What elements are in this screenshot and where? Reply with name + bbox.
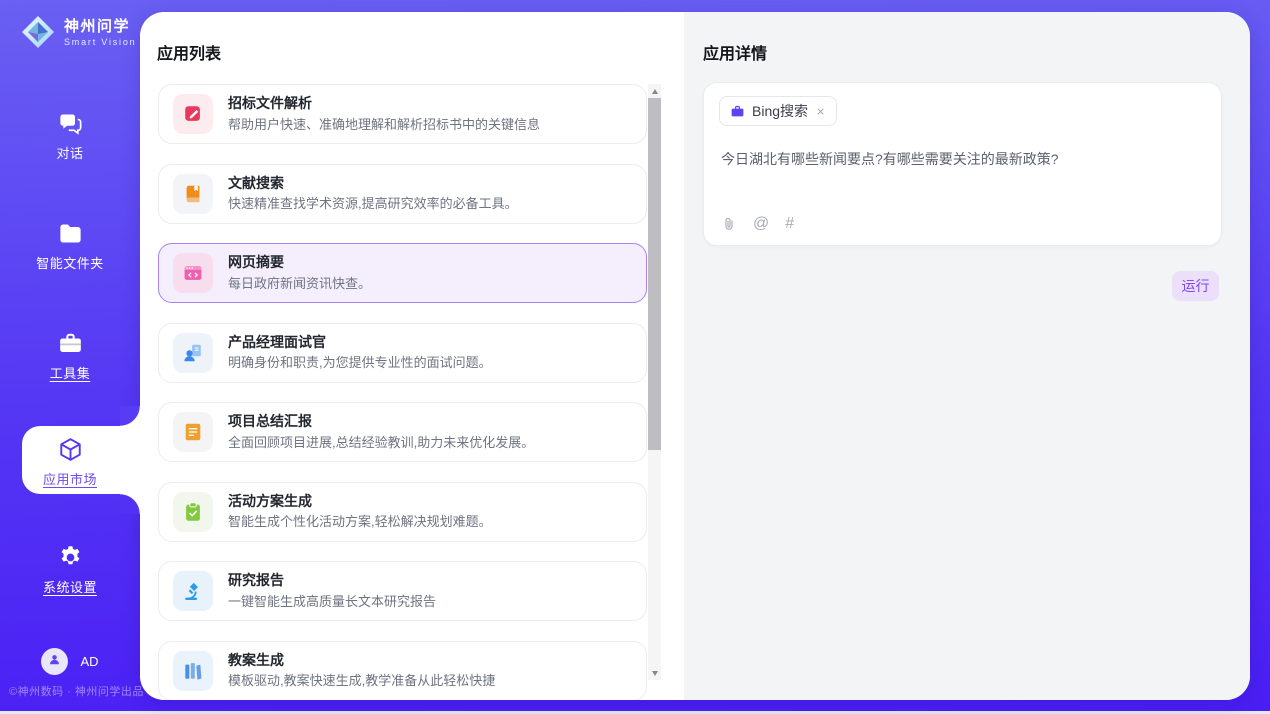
app-list-title: 应用列表: [157, 40, 221, 64]
prompt-input[interactable]: 今日湖北有哪些新闻要点?有哪些需要关注的最新政策?: [721, 149, 1201, 169]
note-icon: [173, 412, 213, 452]
scroll-up-icon: [652, 89, 658, 94]
app-item-title: 产品经理面试官: [228, 333, 492, 353]
app-list-item-lesson-plan[interactable]: 教案生成 模板驱动,教案快速生成,教学准备从此轻松快捷: [158, 641, 647, 701]
sidebar-item-label: 应用市场: [43, 469, 97, 488]
app-item-description: 一键智能生成高质量长文本研究报告: [228, 593, 436, 611]
app-item-description: 帮助用户快速、准确地理解和解析招标书中的关键信息: [228, 116, 540, 134]
prompt-card: Bing搜索 今日湖北有哪些新闻要点?有哪些需要关注的最新政策? @#: [703, 82, 1222, 246]
app-list-item-bid-doc-analysis[interactable]: 招标文件解析 帮助用户快速、准确地理解和解析招标书中的关键信息: [158, 84, 647, 144]
sidebar-item-label: 系统设置: [43, 577, 97, 596]
research-icon: [173, 571, 213, 611]
app-list-item-event-plan[interactable]: 活动方案生成 智能生成个性化活动方案,轻松解决规划难题。: [158, 482, 647, 542]
user-icon: [47, 652, 62, 672]
browser-code-icon: [173, 253, 213, 293]
app-list-panel: 应用列表 招标文件解析 帮助用户快速、准确地理解和解析招标书中的关键信息 文献搜…: [140, 12, 684, 700]
copyright-footer: ©神州数码 · 神州问学出品: [9, 683, 144, 699]
briefcase-icon: [730, 104, 745, 119]
sidebar-item-label: 智能文件夹: [36, 253, 104, 272]
list-scrollbar[interactable]: [648, 84, 661, 680]
app-item-title: 招标文件解析: [228, 94, 540, 114]
content-surface: 应用列表 招标文件解析 帮助用户快速、准确地理解和解析招标书中的关键信息 文献搜…: [140, 12, 1250, 700]
scroll-up-button[interactable]: [648, 84, 661, 98]
app-item-description: 智能生成个性化活动方案,轻松解决规划难题。: [228, 513, 492, 531]
sidebar-item-app-market[interactable]: 应用市场: [0, 436, 140, 488]
app-item-title: 文献搜索: [228, 174, 518, 194]
sidebar-item-chat[interactable]: 对话: [0, 110, 140, 162]
app-item-description: 明确身份和职责,为您提供专业性的面试问题。: [228, 354, 492, 372]
app-list-item-web-summary[interactable]: 网页摘要 每日政府新闻资讯快查。: [158, 243, 647, 303]
scroll-down-icon: [652, 671, 658, 676]
doc-edit-icon: [173, 94, 213, 134]
folder-icon: [57, 220, 84, 247]
app-list-item-project-summary[interactable]: 项目总结汇报 全面回顾项目进展,总结经验教训,助力未来优化发展。: [158, 402, 647, 462]
app-item-description: 全面回顾项目进展,总结经验教训,助力未来优化发展。: [228, 434, 534, 452]
user-account[interactable]: AD: [0, 648, 140, 675]
prompt-toolbar: @#: [721, 216, 794, 232]
toolbox-icon: [57, 330, 84, 357]
brand-name: 神州问学: [64, 18, 136, 36]
sidebar-item-smart-folders[interactable]: 智能文件夹: [0, 220, 140, 272]
tool-chip-label: Bing搜索: [752, 101, 808, 121]
app-item-description: 模板驱动,教案快速生成,教学准备从此轻松快捷: [228, 672, 495, 690]
scrollbar-thumb[interactable]: [648, 98, 661, 450]
sidebar-item-settings[interactable]: 系统设置: [0, 544, 140, 596]
app-item-description: 每日政府新闻资讯快查。: [228, 275, 371, 293]
app-list-item-pm-interviewer[interactable]: 产品经理面试官 明确身份和职责,为您提供专业性的面试问题。: [158, 323, 647, 383]
brand-logo: 神州问学 Smart Vision: [20, 14, 136, 50]
diamond-logo-icon: [20, 14, 56, 50]
run-button[interactable]: 运行: [1172, 271, 1219, 301]
gear-icon: [57, 544, 84, 571]
cube-icon: [57, 436, 84, 463]
app-detail-title: 应用详情: [703, 40, 767, 64]
sidebar-item-label: 工具集: [50, 363, 91, 382]
interviewer-icon: [173, 333, 213, 373]
hash-icon[interactable]: #: [785, 216, 794, 232]
book-icon: [173, 174, 213, 214]
close-icon[interactable]: [815, 106, 826, 117]
app-item-title: 教案生成: [228, 651, 495, 671]
sidebar: 神州问学 Smart Vision 对话 智能文件夹 工具集 应用市场 系统设置…: [0, 0, 140, 711]
sidebar-item-label: 对话: [56, 143, 83, 162]
clipboard-check-icon: [173, 492, 213, 532]
tool-chip-bing-search[interactable]: Bing搜索: [719, 96, 837, 126]
avatar: [41, 648, 68, 675]
brand-text: 神州问学 Smart Vision: [64, 18, 136, 47]
app-item-title: 研究报告: [228, 571, 436, 591]
app-item-title: 网页摘要: [228, 253, 371, 273]
sidebar-item-toolset[interactable]: 工具集: [0, 330, 140, 382]
paperclip-icon[interactable]: [721, 216, 737, 232]
app-window: 神州问学 Smart Vision 对话 智能文件夹 工具集 应用市场 系统设置…: [0, 0, 1270, 714]
app-detail-panel: 应用详情 Bing搜索 今日湖北有哪些新闻要点?有哪些需要关注的最新政策? @#…: [684, 12, 1250, 700]
app-item-title: 项目总结汇报: [228, 412, 534, 432]
brand-subtitle: Smart Vision: [64, 37, 136, 47]
scroll-down-button[interactable]: [648, 666, 661, 680]
app-card-list: 招标文件解析 帮助用户快速、准确地理解和解析招标书中的关键信息 文献搜索 快速精…: [158, 84, 647, 700]
chat-icon: [57, 110, 84, 137]
app-list-item-literature-search[interactable]: 文献搜索 快速精准查找学术资源,提高研究效率的必备工具。: [158, 164, 647, 224]
app-item-title: 活动方案生成: [228, 492, 492, 512]
app-item-description: 快速精准查找学术资源,提高研究效率的必备工具。: [228, 195, 518, 213]
user-name: AD: [80, 654, 98, 669]
at-icon[interactable]: @: [753, 216, 769, 232]
books-icon: [173, 651, 213, 691]
app-list-item-research-report[interactable]: 研究报告 一键智能生成高质量长文本研究报告: [158, 561, 647, 621]
